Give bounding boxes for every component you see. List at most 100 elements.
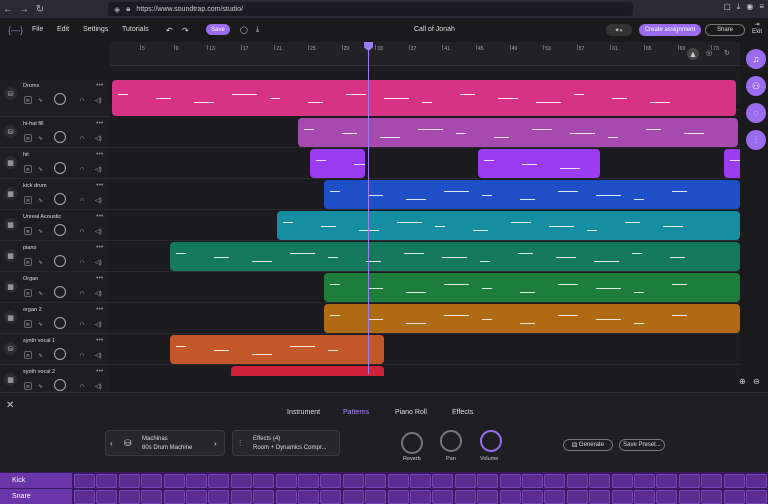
pattern-step[interactable] xyxy=(163,490,185,504)
timeline-ruler[interactable]: 5 9 13 17 21 25 29 33 37 41 45 49 53 57 61 65 69 73 xyxy=(110,42,740,66)
audio-clip[interactable] xyxy=(324,180,740,209)
download-icon[interactable]: ⤓ xyxy=(256,26,259,34)
pattern-step[interactable] xyxy=(634,474,655,488)
pattern-step[interactable] xyxy=(320,490,342,504)
drum-icon[interactable]: ⛁ xyxy=(4,87,17,100)
audio-clip[interactable] xyxy=(170,335,384,364)
more-icon[interactable]: ••• xyxy=(96,82,103,89)
record-arm-button[interactable]: R xyxy=(24,134,32,142)
keyboard-icon[interactable]: ▦ xyxy=(4,187,17,200)
pattern-step[interactable] xyxy=(454,474,476,488)
automation-icon[interactable]: ∿ xyxy=(38,197,43,204)
speaker-icon[interactable]: ◁) xyxy=(95,97,102,104)
track-header[interactable]: ▦ Unreal Acoustic R ∿ ∩ ◁) ••• xyxy=(0,210,110,241)
volume-knob[interactable] xyxy=(54,162,66,174)
pattern-step[interactable] xyxy=(230,474,252,488)
pattern-step[interactable] xyxy=(342,474,364,488)
more-icon[interactable]: ••• xyxy=(96,368,103,375)
track-name[interactable]: synth vocal 1 xyxy=(23,338,55,344)
pattern-row-snare[interactable]: Snare xyxy=(0,489,72,504)
track-header[interactable]: ⛁ Drums R ∿ ∩ ◁) ••• xyxy=(0,79,110,117)
menu-edit[interactable]: Edit xyxy=(57,26,69,33)
pattern-step[interactable] xyxy=(499,490,521,504)
pattern-step[interactable] xyxy=(253,474,275,488)
headphones-icon[interactable]: ∩ xyxy=(80,135,84,141)
count-in-icon[interactable]: ◎ xyxy=(706,49,712,57)
volume-knob[interactable] xyxy=(54,224,66,236)
pattern-step[interactable] xyxy=(298,474,319,488)
more-icon[interactable]: ••• xyxy=(96,306,103,313)
pattern-step[interactable] xyxy=(118,474,140,488)
chevron-left-icon[interactable]: ‹ xyxy=(110,439,113,448)
tempo-icon[interactable]: ↻ xyxy=(724,49,730,57)
speaker-icon[interactable]: ◁) xyxy=(95,352,102,359)
instrument-selector[interactable]: ‹ ⛁ Machinas 80s Drum Machine › xyxy=(105,430,225,456)
pattern-step[interactable] xyxy=(253,490,275,504)
extension-icon[interactable]: ◉ xyxy=(746,2,753,12)
pattern-step[interactable] xyxy=(746,474,767,488)
automation-icon[interactable]: ∿ xyxy=(38,166,43,173)
effects-box[interactable]: ⫶ Effects (4) Room + Dynamics Compr... xyxy=(232,430,340,456)
headphones-icon[interactable]: ∩ xyxy=(80,383,84,389)
pattern-step[interactable] xyxy=(410,474,431,488)
volume-knob[interactable] xyxy=(54,348,66,360)
create-assignment-button[interactable]: Create assignment xyxy=(639,24,701,36)
pattern-step[interactable] xyxy=(96,474,118,488)
track-header[interactable]: ▦ kick drum R ∿ ∩ ◁) ••• xyxy=(0,179,110,210)
pattern-step[interactable] xyxy=(432,490,454,504)
cloud-icon[interactable]: ◯ xyxy=(240,26,248,34)
download-icon[interactable]: ⤓ xyxy=(737,2,741,12)
volume-knob[interactable] xyxy=(54,379,66,391)
speaker-icon[interactable]: ◁) xyxy=(95,383,102,390)
record-arm-button[interactable]: R xyxy=(24,227,32,235)
more-icon[interactable]: ••• xyxy=(96,182,103,189)
pocket-icon[interactable]: ▢ xyxy=(723,2,731,12)
menu-tutorials[interactable]: Tutorials xyxy=(122,26,149,33)
pattern-step[interactable] xyxy=(589,490,611,504)
pattern-step[interactable] xyxy=(96,490,118,504)
audio-clip[interactable] xyxy=(324,273,740,302)
chevron-right-icon[interactable]: › xyxy=(214,439,217,448)
more-icon[interactable]: ••• xyxy=(96,275,103,282)
track-header[interactable]: ▦ Organ R ∿ ∩ ◁) ••• xyxy=(0,272,110,303)
pattern-step[interactable] xyxy=(141,490,163,504)
track-name[interactable]: Unreal Acoustic xyxy=(23,214,61,220)
pattern-step[interactable] xyxy=(320,474,342,488)
reload-icon[interactable]: ↻ xyxy=(32,4,48,15)
pattern-step[interactable] xyxy=(208,474,230,488)
headphones-icon[interactable]: ∩ xyxy=(80,290,84,296)
record-arm-button[interactable]: R xyxy=(24,165,32,173)
logo-icon[interactable]: {—} xyxy=(8,25,23,35)
undo-icon[interactable]: ↶ xyxy=(166,26,173,35)
speaker-icon[interactable]: ◁) xyxy=(95,197,102,204)
pattern-step[interactable] xyxy=(656,474,678,488)
pattern-step[interactable] xyxy=(141,474,163,488)
pattern-step[interactable] xyxy=(678,490,700,504)
headphones-icon[interactable]: ∩ xyxy=(80,352,84,358)
pattern-step[interactable] xyxy=(477,474,499,488)
record-arm-button[interactable]: R xyxy=(24,289,32,297)
keyboard-icon[interactable]: ▦ xyxy=(4,280,17,293)
pattern-step[interactable] xyxy=(589,474,611,488)
audio-clip[interactable] xyxy=(277,211,740,240)
track-header[interactable]: ⛁ hi-hat fill R ∿ ∩ ◁) ••• xyxy=(0,117,110,148)
track-name[interactable]: Drums xyxy=(23,83,39,89)
audio-clip[interactable] xyxy=(324,304,740,333)
automation-icon[interactable]: ∿ xyxy=(38,290,43,297)
pattern-step[interactable] xyxy=(522,474,543,488)
speaker-icon[interactable]: ◁) xyxy=(95,321,102,328)
volume-knob[interactable] xyxy=(54,255,66,267)
theme-toggle[interactable]: ✦◐ xyxy=(606,24,632,36)
pattern-step[interactable] xyxy=(163,474,185,488)
save-button[interactable]: Save xyxy=(206,24,230,35)
speaker-icon[interactable]: ◁) xyxy=(95,166,102,173)
pattern-step[interactable] xyxy=(701,474,723,488)
pattern-step[interactable] xyxy=(544,490,566,504)
automation-icon[interactable]: ∿ xyxy=(38,135,43,142)
pattern-step[interactable] xyxy=(611,490,633,504)
tab-piano-roll[interactable]: Piano Roll xyxy=(395,409,427,416)
more-icon[interactable]: ••• xyxy=(96,337,103,344)
pattern-row-kick[interactable]: Kick xyxy=(0,473,72,488)
tab-instrument[interactable]: Instrument xyxy=(287,409,320,416)
generate-button[interactable]: ⚄ Generate xyxy=(563,439,613,451)
